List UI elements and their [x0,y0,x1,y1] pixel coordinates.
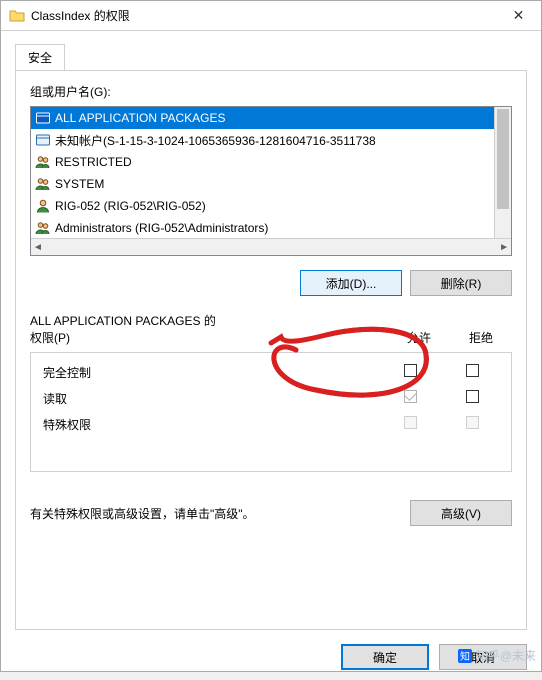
deny-checkbox[interactable] [466,364,479,377]
principal-name: ALL APPLICATION PACKAGES [55,111,226,125]
allow-checkbox[interactable] [404,390,417,403]
remove-button-label: 删除(R) [441,275,482,292]
principals-listbox[interactable]: ALL APPLICATION PACKAGES 未知帐户(S-1-15-3-10… [30,106,512,256]
column-deny: 拒绝 [450,329,512,346]
list-item[interactable]: ALL APPLICATION PACKAGES [31,107,494,129]
permission-name: 特殊权限 [39,416,379,433]
list-item[interactable]: 未知帐户(S-1-15-3-1024-1065365936-1281604716… [31,129,494,151]
add-remove-row: 添加(D)... 删除(R) [30,270,512,296]
advanced-row: 有关特殊权限或高级设置，请单击"高级"。 高级(V) [30,500,512,526]
ok-button-label: 确定 [373,649,397,666]
list-item[interactable]: RESTRICTED [31,151,494,173]
permissions-for-label: ALL APPLICATION PACKAGES 的 权限(P) [30,312,388,346]
dialog-buttons: 确定 取消 [1,644,541,680]
principal-name: SYSTEM [55,177,104,191]
deny-checkbox[interactable] [466,390,479,403]
principal-name: RIG-052 (RIG-052\RIG-052) [55,199,206,213]
permission-allow-cell [379,364,441,380]
tab-security[interactable]: 安全 [15,44,65,71]
close-icon: ✕ [513,7,525,24]
list-item[interactable]: RIG-052 (RIG-052\RIG-052) [31,195,494,217]
list-item[interactable]: SYSTEM [31,173,494,195]
advanced-hint: 有关特殊权限或高级设置，请单击"高级"。 [30,505,398,522]
tab-strip: 安全 [1,31,541,70]
window-title: ClassIndex 的权限 [31,7,496,24]
cancel-button[interactable]: 取消 [439,644,527,670]
user-icon [35,198,51,214]
close-button[interactable]: ✕ [496,1,541,31]
list-item[interactable]: Administrators (RIG-052\Administrators) [31,217,494,238]
advanced-button-label: 高级(V) [441,505,481,522]
folder-icon [9,8,25,24]
scroll-thumb[interactable] [497,109,509,209]
add-button-label: 添加(D)... [326,275,377,292]
permission-deny-cell [441,416,503,432]
advanced-button[interactable]: 高级(V) [410,500,512,526]
package-icon [35,110,51,126]
cancel-button-label: 取消 [471,649,495,666]
add-button[interactable]: 添加(D)... [300,270,402,296]
allow-checkbox [404,416,417,429]
users-icon [35,154,51,170]
tab-label: 安全 [28,51,52,65]
allow-checkbox[interactable] [404,364,417,377]
permission-allow-cell [379,390,441,406]
horizontal-scrollbar[interactable]: ◄ ► [31,238,511,255]
column-allow: 允许 [388,329,450,346]
tab-panel-security: 组或用户名(G): ALL APPLICATION PACKAGES 未知帐户(S… [15,70,527,630]
scroll-right-icon[interactable]: ► [499,242,509,253]
permissions-list: 完全控制读取特殊权限 [30,352,512,472]
vertical-scrollbar[interactable] [494,107,511,238]
principal-name: 未知帐户(S-1-15-3-1024-1065365936-1281604716… [55,132,376,149]
permission-name: 读取 [39,390,379,407]
package-icon [35,132,51,148]
principal-name: RESTRICTED [55,155,132,169]
principals-list-inner: ALL APPLICATION PACKAGES 未知帐户(S-1-15-3-10… [31,107,494,238]
users-icon [35,220,51,236]
properties-dialog: ClassIndex 的权限 ✕ 安全 组或用户名(G): ALL APPLIC… [0,0,542,672]
permission-deny-cell [441,390,503,406]
permission-name: 完全控制 [39,364,379,381]
titlebar: ClassIndex 的权限 ✕ [1,1,541,31]
users-icon [35,176,51,192]
permission-row: 特殊权限 [39,411,503,437]
remove-button[interactable]: 删除(R) [410,270,512,296]
ok-button[interactable]: 确定 [341,644,429,670]
permission-row: 读取 [39,385,503,411]
permission-row: 完全控制 [39,359,503,385]
deny-checkbox [466,416,479,429]
permission-deny-cell [441,364,503,380]
scroll-left-icon[interactable]: ◄ [33,242,43,253]
permissions-header: ALL APPLICATION PACKAGES 的 权限(P) 允许 拒绝 [30,312,512,346]
permissions-label: 权限(P) [30,329,388,346]
permissions-for-principal: ALL APPLICATION PACKAGES 的 [30,312,388,329]
principal-name: Administrators (RIG-052\Administrators) [55,221,268,235]
permission-allow-cell [379,416,441,432]
groups-label: 组或用户名(G): [30,83,512,100]
